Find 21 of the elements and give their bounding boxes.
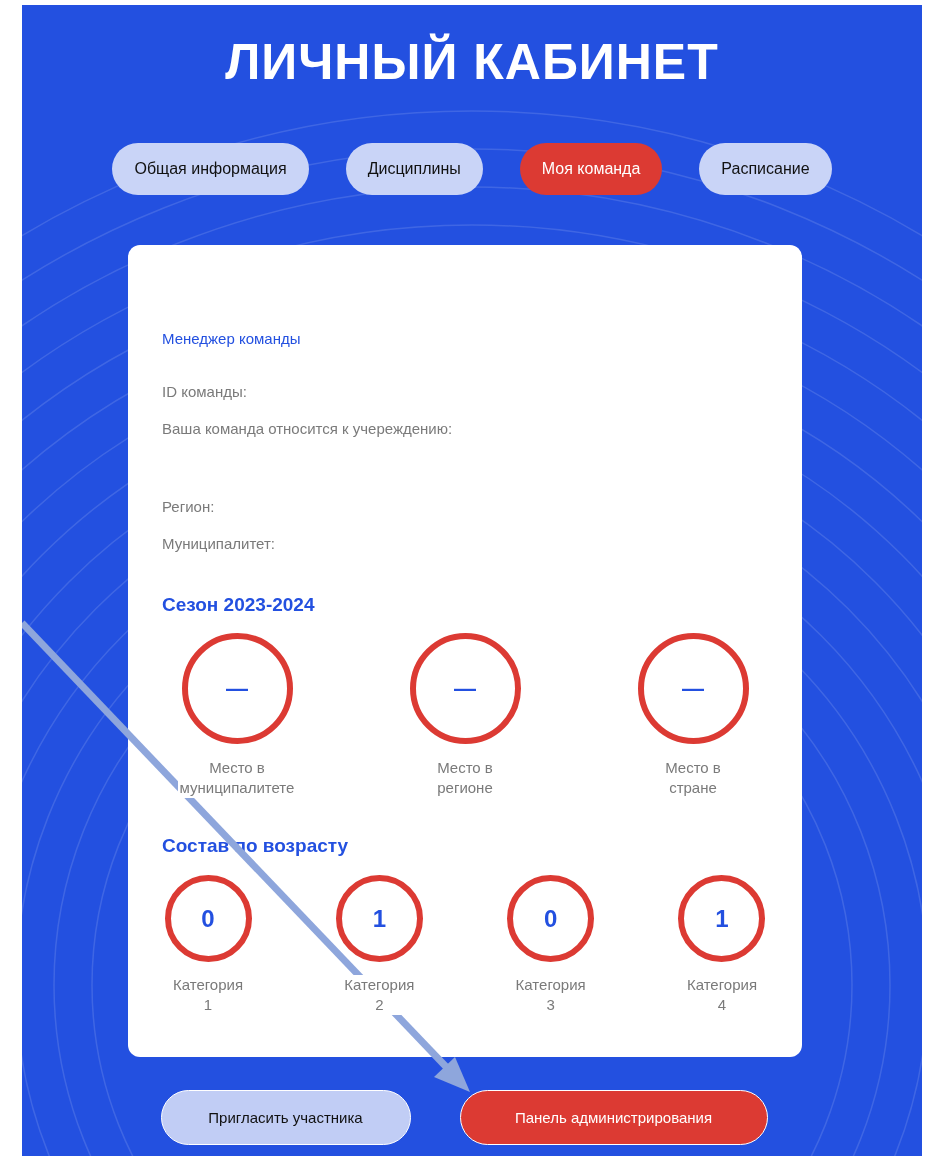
- rank-ring: —: [409, 633, 521, 744]
- rank-ring: 1: [335, 875, 423, 962]
- rank-ring: 0: [164, 875, 252, 962]
- nav-tab[interactable]: Моя команда: [519, 143, 663, 195]
- page-title: ЛИЧНЫЙ КАБИНЕТ: [225, 32, 719, 92]
- season-heading: Сезон 2023-2024: [162, 593, 316, 617]
- admin-panel-button[interactable]: Панель администрирования: [459, 1090, 768, 1145]
- field-label: Регион:: [162, 497, 216, 517]
- field-label: ID команды:: [162, 382, 248, 402]
- rank-ring: 0: [507, 875, 595, 962]
- nav-tab[interactable]: Расписание: [699, 143, 832, 195]
- ring-label: Категория 2: [342, 975, 417, 1015]
- nav-tab[interactable]: Общая информация: [112, 143, 309, 195]
- rank-ring: 1: [678, 875, 766, 962]
- rank-ring: —: [637, 633, 749, 744]
- field-label: Муниципалитет:: [162, 534, 276, 554]
- rank-ring: —: [181, 633, 293, 744]
- field-label: Ваша команда относится к учереждению:: [162, 419, 454, 439]
- nav-tab[interactable]: Дисциплины: [345, 143, 483, 195]
- invite-button[interactable]: Пригласить участника: [160, 1090, 411, 1145]
- team-manager-link[interactable]: Менеджер команды: [162, 329, 768, 349]
